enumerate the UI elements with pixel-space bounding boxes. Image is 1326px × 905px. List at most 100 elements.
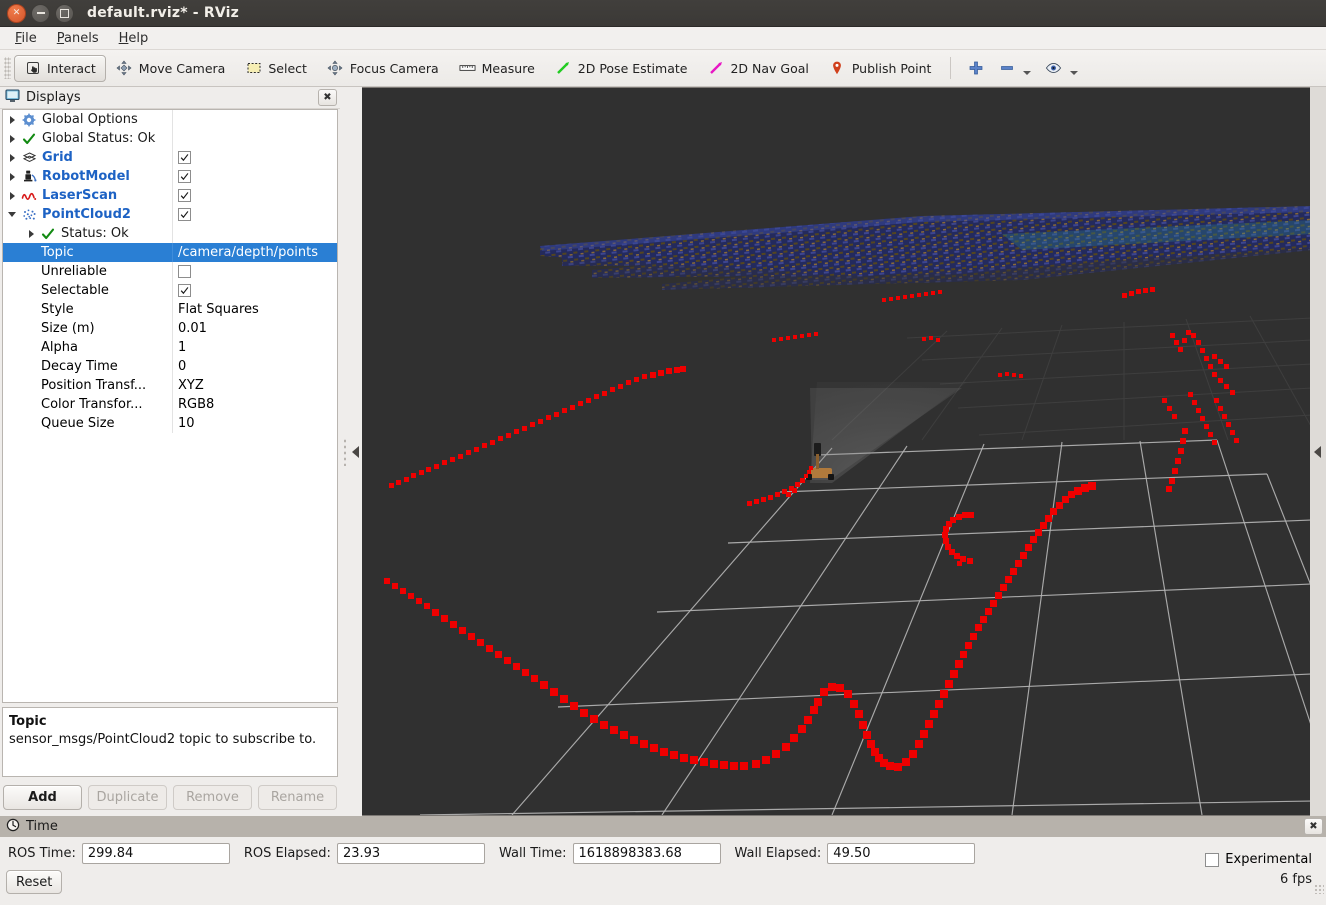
laserscan-enabled-checkbox[interactable] <box>178 189 191 202</box>
tool-publish-point[interactable]: Publish Point <box>819 55 942 82</box>
tree-item-value <box>172 205 337 224</box>
resize-grip[interactable] <box>1314 884 1324 894</box>
time-panel-title: Time <box>26 819 58 834</box>
property-value[interactable]: 0 <box>178 359 186 374</box>
ros-elapsed-input[interactable]: 23.93 <box>336 843 485 864</box>
robotmodel-enabled-checkbox[interactable] <box>178 170 191 183</box>
property-row-alpha[interactable]: Alpha 1 <box>3 338 337 357</box>
displays-panel-header: Displays ✖ <box>0 87 340 109</box>
tool-remove-view[interactable] <box>991 55 1038 82</box>
left-splitter-handle[interactable] <box>340 87 362 816</box>
tree-item-grid[interactable]: Grid <box>3 148 337 167</box>
expander-icon[interactable] <box>8 134 17 143</box>
property-row-size[interactable]: Size (m) 0.01 <box>3 319 337 338</box>
add-button[interactable]: Add <box>3 785 82 810</box>
pointcloud2-enabled-checkbox[interactable] <box>178 208 191 221</box>
property-label: Unreliable <box>41 264 107 279</box>
property-row-topic[interactable]: Topic /camera/depth/points <box>3 243 337 262</box>
render-canvas[interactable] <box>362 88 1310 815</box>
property-row-color-transformer[interactable]: Color Transfor... RGB8 <box>3 395 337 414</box>
property-label: Style <box>41 302 74 317</box>
rviz-window: ✕ default.rviz* - RViz FFileile Panels H… <box>0 0 1326 905</box>
tree-item-pointcloud2[interactable]: PointCloud2 <box>3 205 337 224</box>
tree-item-laserscan[interactable]: LaserScan <box>3 186 337 205</box>
tree-item-value <box>172 186 337 205</box>
close-icon[interactable]: ✕ <box>7 3 26 23</box>
property-row-unreliable[interactable]: Unreliable <box>3 262 337 281</box>
remove-button[interactable]: Remove <box>173 785 252 810</box>
displays-dock: Displays ✖ Global Options Global Status:… <box>0 87 340 816</box>
property-row-position-transformer[interactable]: Position Transf... XYZ <box>3 376 337 395</box>
tree-item-global-options[interactable]: Global Options <box>3 110 337 129</box>
tree-item-value <box>172 224 337 243</box>
property-value[interactable]: 10 <box>178 416 195 431</box>
tool-2d-pose-estimate[interactable]: 2D Pose Estimate <box>545 55 698 82</box>
tree-item-global-status[interactable]: Global Status: Ok <box>3 129 337 148</box>
property-value[interactable]: 0.01 <box>178 321 207 336</box>
menu-file[interactable]: FFileile <box>6 29 46 48</box>
toolbar-grip[interactable] <box>4 57 11 79</box>
main-area: Displays ✖ Global Options Global Status:… <box>0 87 1326 816</box>
reset-button[interactable]: Reset <box>6 870 63 894</box>
tool-interact[interactable]: Interact <box>14 54 106 82</box>
property-row-selectable[interactable]: Selectable <box>3 281 337 300</box>
wall-time-input[interactable]: 1618898383.68 <box>572 843 721 864</box>
property-label: Decay Time <box>41 359 118 374</box>
right-splitter-handle[interactable] <box>1310 87 1326 816</box>
expander-icon[interactable] <box>8 191 17 200</box>
tool-select[interactable]: Select <box>235 55 317 82</box>
grid-enabled-checkbox[interactable] <box>178 151 191 164</box>
tool-add-view[interactable] <box>960 55 991 82</box>
menu-help[interactable]: Help <box>110 29 158 48</box>
tool-view-visibility[interactable] <box>1038 55 1085 82</box>
property-value[interactable]: XYZ <box>178 378 204 393</box>
wall-elapsed-input[interactable]: 49.50 <box>827 843 976 864</box>
expander-icon[interactable] <box>27 229 36 238</box>
tool-measure[interactable]: Measure <box>449 55 545 82</box>
expander-icon[interactable] <box>8 172 17 181</box>
tree-item-robotmodel[interactable]: RobotModel <box>3 167 337 186</box>
selectable-checkbox[interactable] <box>178 284 191 297</box>
magenta-arrow-icon <box>707 60 724 77</box>
description-text: sensor_msgs/PointCloud2 topic to subscri… <box>9 731 317 747</box>
property-row-style[interactable]: Style Flat Squares <box>3 300 337 319</box>
duplicate-button[interactable]: Duplicate <box>88 785 167 810</box>
displays-tree[interactable]: Global Options Global Status: Ok Grid Ro… <box>2 109 338 703</box>
experimental-toggle[interactable]: Experimental <box>1205 852 1312 867</box>
chevron-down-icon[interactable] <box>1070 70 1079 75</box>
collapse-left-arrow-icon[interactable] <box>352 445 359 458</box>
chevron-down-icon[interactable] <box>1023 70 1032 75</box>
tree-item-label: Status: Ok <box>61 226 129 241</box>
minimize-icon[interactable] <box>31 3 50 23</box>
menu-panels[interactable]: Panels <box>48 29 108 48</box>
tool-focus-camera[interactable]: Focus Camera <box>317 55 449 82</box>
panel-close-icon[interactable]: ✖ <box>1304 818 1323 835</box>
panel-close-icon[interactable]: ✖ <box>318 89 337 106</box>
experimental-checkbox[interactable] <box>1205 852 1220 867</box>
check-icon <box>40 226 56 242</box>
tree-item-label: Grid <box>42 150 73 165</box>
property-value[interactable]: Flat Squares <box>178 302 259 317</box>
unreliable-checkbox[interactable] <box>178 265 191 278</box>
property-row-decay-time[interactable]: Decay Time 0 <box>3 357 337 376</box>
tool-move-camera-label: Move Camera <box>138 60 226 76</box>
collapse-right-arrow-icon[interactable] <box>1314 445 1321 458</box>
expander-icon[interactable] <box>8 115 17 124</box>
tool-move-camera[interactable]: Move Camera <box>106 55 236 82</box>
tree-item-pointcloud2-status[interactable]: Status: Ok <box>3 224 337 243</box>
splitter-grip[interactable] <box>343 437 347 466</box>
ros-time-input[interactable]: 299.84 <box>81 843 230 864</box>
time-actions-row: Reset <box>0 864 1326 894</box>
rename-button[interactable]: Rename <box>258 785 337 810</box>
3d-render-view[interactable] <box>362 87 1310 816</box>
tool-2d-nav-goal[interactable]: 2D Nav Goal <box>697 55 818 82</box>
tree-item-label: RobotModel <box>42 169 130 184</box>
property-row-queue-size[interactable]: Queue Size 10 <box>3 414 337 433</box>
expander-icon[interactable] <box>8 210 17 219</box>
property-value[interactable]: RGB8 <box>178 397 214 412</box>
property-value[interactable]: /camera/depth/points <box>178 245 318 260</box>
expander-icon[interactable] <box>8 153 17 162</box>
property-value[interactable]: 1 <box>178 340 186 355</box>
time-fields-row: ROS Time: 299.84 ROS Elapsed: 23.93 Wall… <box>0 837 1326 864</box>
maximize-icon[interactable] <box>55 3 74 23</box>
